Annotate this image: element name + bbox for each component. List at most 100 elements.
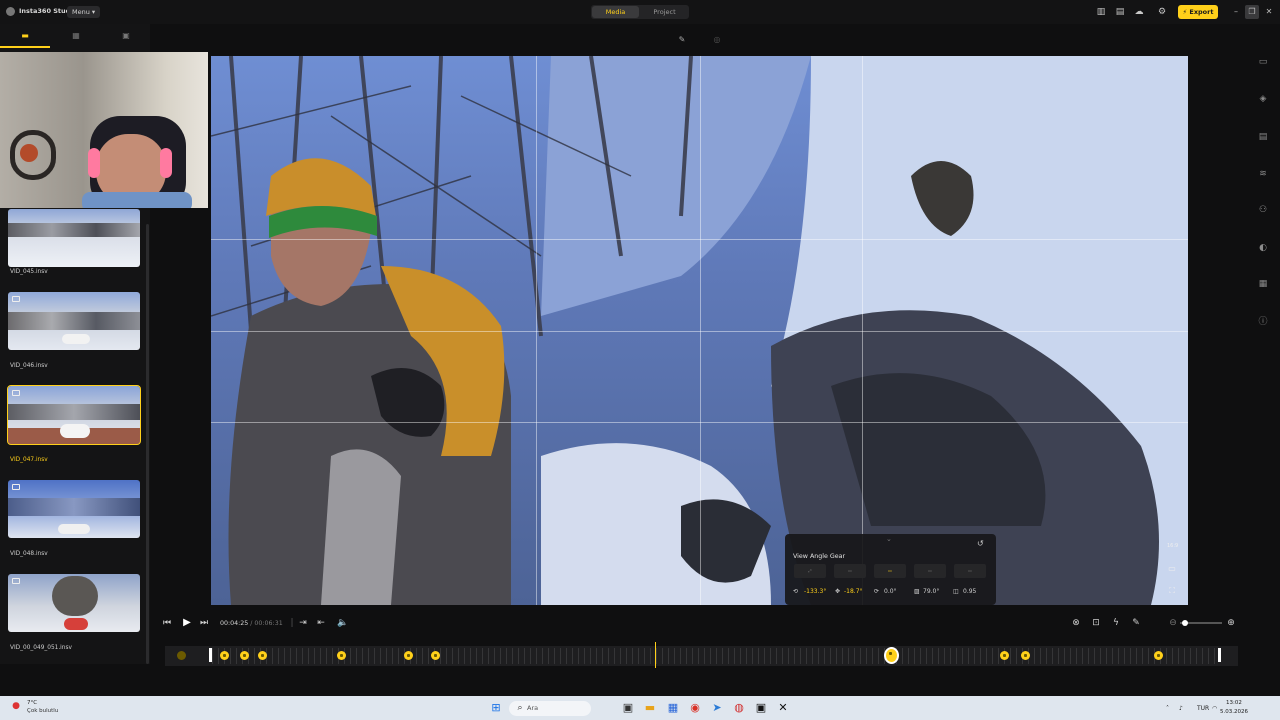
keyframe[interactable] — [1154, 651, 1163, 660]
close-icon[interactable]: ✕ — [1262, 5, 1276, 19]
zoom-out-icon[interactable]: ⊖ — [1166, 616, 1180, 630]
video-preview[interactable] — [211, 56, 1188, 605]
zoom-slider-handle[interactable] — [1182, 620, 1188, 626]
wifi-icon[interactable]: ◠ — [1212, 705, 1217, 712]
fullscreen-icon[interactable]: ⛶ — [1166, 585, 1178, 597]
clip-name[interactable]: VID_048.insv — [10, 551, 48, 557]
cloud-icon[interactable]: ☁ — [1133, 6, 1145, 18]
clip-thumbnail[interactable] — [8, 480, 140, 538]
gear-option-icon[interactable]: ▭ — [914, 564, 946, 578]
trim-end-icon[interactable]: ⇤ — [314, 616, 328, 630]
gear-option-icon[interactable]: ▭ — [954, 564, 986, 578]
gear-option-active-icon[interactable]: ▭ — [874, 564, 906, 578]
keyframe[interactable] — [431, 651, 440, 660]
rail-person-icon[interactable]: ⚇ — [1256, 203, 1270, 217]
rail-adjust-icon[interactable]: ≋ — [1256, 167, 1270, 181]
keyframe[interactable] — [1000, 651, 1009, 660]
clip-thumbnail-selected[interactable] — [7, 385, 141, 445]
mode-switch: Media Project — [591, 5, 689, 19]
tilt-value[interactable]: -18.7° — [844, 588, 863, 595]
gear-option-icon[interactable]: ▭ — [834, 564, 866, 578]
trim-handle-left[interactable] — [209, 648, 212, 662]
minimize-icon[interactable]: – — [1229, 5, 1243, 19]
next-frame-icon[interactable]: ⏭ — [197, 616, 211, 630]
keyframe[interactable] — [220, 651, 229, 660]
rail-audio-icon[interactable]: ◐ — [1256, 241, 1270, 255]
pan-value[interactable]: -133.3° — [804, 588, 826, 595]
export-button[interactable]: ⚡ Export — [1178, 5, 1218, 19]
insta360-icon[interactable]: ✕ — [775, 700, 791, 716]
tray-chevron-icon[interactable]: ˄ — [1166, 705, 1169, 712]
rail-info-icon[interactable]: ⓘ — [1256, 315, 1270, 329]
clip-name[interactable]: VID_046.insv — [10, 363, 48, 369]
edit-frame-icon[interactable]: ✎ — [675, 34, 689, 46]
chrome-icon[interactable]: ◉ — [687, 700, 703, 716]
weather-temperature[interactable]: 7°C — [27, 700, 37, 706]
clip-thumbnail[interactable] — [8, 292, 140, 350]
keyframe[interactable] — [1021, 651, 1030, 660]
keyframe[interactable] — [258, 651, 267, 660]
book-icon[interactable]: ▥ — [1095, 6, 1107, 18]
volume-icon[interactable]: 🔈 — [336, 616, 350, 630]
file-explorer-icon[interactable]: ▬ — [642, 700, 658, 716]
gear-option-free-icon[interactable]: ⤢ — [794, 564, 826, 578]
start-marker[interactable] — [177, 651, 186, 660]
keyframe-selected[interactable] — [886, 649, 897, 662]
language-indicator[interactable]: TUR — [1197, 705, 1209, 712]
restore-icon[interactable]: ❐ — [1245, 5, 1259, 19]
grid-line — [211, 422, 1188, 423]
task-view-icon[interactable]: ▣ — [620, 700, 636, 716]
fov-value[interactable]: 79.0° — [923, 588, 939, 595]
feedback-icon[interactable]: ▤ — [1114, 6, 1126, 18]
weather-description[interactable]: Çok bulutlu — [27, 708, 58, 714]
clock-date[interactable]: 5.03.2026 — [1220, 709, 1248, 715]
rail-layers-icon[interactable]: ▦ — [1256, 277, 1270, 291]
rail-keyframe-icon[interactable]: ◈ — [1256, 92, 1270, 106]
trim-start-icon[interactable]: ⇥ — [296, 616, 310, 630]
rail-crop-icon[interactable]: ▤ — [1256, 130, 1270, 144]
menu-button[interactable]: Menu ▾ — [67, 6, 101, 18]
tab-media[interactable]: Media — [592, 6, 639, 18]
rail-clip-icon[interactable]: ▭ — [1256, 55, 1270, 69]
timeline-waveform — [212, 648, 1220, 664]
folder-tab-icon[interactable]: ▦ — [66, 30, 86, 42]
clip-thumbnail[interactable] — [8, 574, 140, 632]
reset-icon[interactable]: ↺ — [977, 539, 984, 548]
play-button[interactable]: ▶ — [180, 616, 194, 630]
clock-time[interactable]: 13:02 — [1226, 700, 1242, 706]
roll-value[interactable]: 0.0° — [884, 588, 897, 595]
store-icon[interactable]: ▦ — [665, 700, 681, 716]
media-scrollbar[interactable] — [146, 224, 149, 664]
mic-icon[interactable]: ♪ — [1179, 705, 1183, 712]
screen-mode-icon[interactable]: ▭ — [1166, 563, 1178, 575]
playhead[interactable] — [655, 642, 656, 668]
trim-handle-right[interactable] — [1218, 648, 1221, 662]
ai-edit-icon[interactable]: ϟ — [1109, 616, 1123, 630]
clip-thumbnail[interactable] — [8, 209, 140, 267]
clip-name[interactable]: VID_047.insv — [10, 457, 48, 463]
collapse-chevron-icon[interactable]: ⌄ — [886, 535, 892, 543]
settings-icon[interactable]: ⚙ — [1156, 6, 1168, 18]
distance-value[interactable]: 0.95 — [963, 588, 976, 595]
snapshot-icon[interactable]: ⊡ — [1089, 616, 1103, 630]
app-icon[interactable]: ◍ — [731, 700, 747, 716]
target-icon[interactable]: ◎ — [710, 34, 724, 46]
telegram-icon[interactable]: ➤ — [709, 700, 725, 716]
clip-name[interactable]: VID_00_049_051.insv — [10, 645, 72, 651]
clip-name[interactable]: VID_045.insv — [10, 269, 48, 275]
keyframe[interactable] — [240, 651, 249, 660]
keyframe[interactable] — [337, 651, 346, 660]
previous-frame-icon[interactable]: ⏮ — [160, 616, 174, 630]
tab-project[interactable]: Project — [641, 6, 688, 18]
360-badge-icon — [12, 484, 20, 490]
keyframe[interactable] — [404, 651, 413, 660]
media-tab-icon[interactable]: ▬ — [15, 30, 35, 42]
obs-icon[interactable]: ▣ — [753, 700, 769, 716]
import-tab-icon[interactable]: ▣ — [116, 30, 136, 42]
speed-icon[interactable]: ✎ — [1129, 616, 1143, 630]
weather-icon[interactable]: ● — [8, 698, 24, 714]
zoom-in-icon[interactable]: ⊕ — [1224, 616, 1238, 630]
aspect-ratio-label[interactable]: 16:9 — [1167, 543, 1178, 549]
delete-keyframe-icon[interactable]: ⊗ — [1069, 616, 1083, 630]
start-icon[interactable]: ⊞ — [488, 700, 504, 716]
